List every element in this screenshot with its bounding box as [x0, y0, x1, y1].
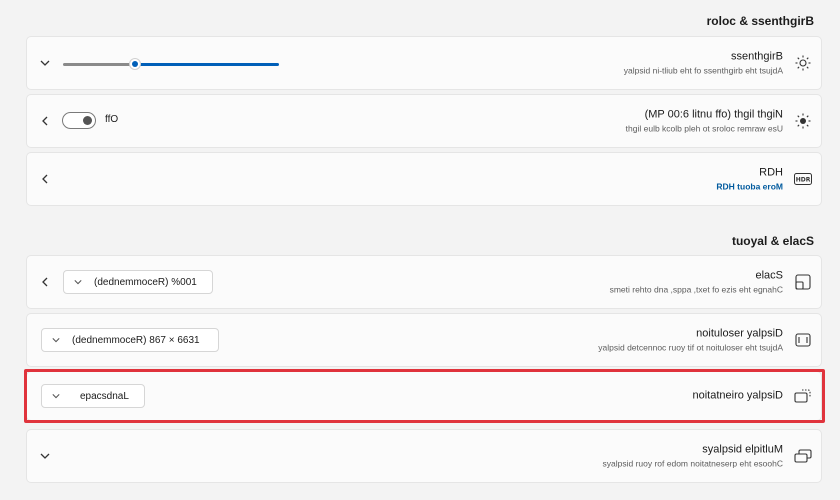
brightness-card: Brightness Adjust the brightness of the … [26, 36, 822, 90]
orientation-icon [793, 386, 813, 406]
orientation-text: Display orientation [693, 389, 784, 404]
chevron-left-icon[interactable] [39, 173, 51, 185]
scale-dropdown[interactable]: 100% (Recommended) [63, 270, 213, 294]
resolution-value: 1366 × 768 (Recommended) [72, 334, 200, 346]
night-light-subtitle: Use warmer colors to help block blue lig… [625, 123, 783, 134]
chevron-left-icon[interactable] [39, 276, 51, 288]
resolution-title: Display resolution [696, 327, 783, 340]
resolution-dropdown[interactable]: 1366 × 768 (Recommended) [41, 328, 219, 352]
slider-track-filled [63, 63, 136, 66]
hdr-card[interactable]: HDR More about HDR HDR [26, 152, 822, 206]
slider-thumb[interactable] [129, 58, 141, 70]
chevron-down-icon [52, 392, 60, 400]
chevron-down-icon[interactable] [39, 57, 51, 69]
orientation-value: Landscape [80, 390, 129, 402]
multiple-displays-title: Multiple displays [702, 443, 783, 456]
resolution-subtitle: Adjust the resolution to fit your connec… [598, 342, 783, 353]
chevron-left-icon[interactable] [39, 115, 51, 127]
chevron-down-icon [74, 278, 82, 286]
scale-card[interactable]: 100% (Recommended) Scale Change the size… [26, 255, 822, 309]
night-light-text: Night light (off until 6:00 PM) Use warm… [626, 108, 783, 135]
resolution-icon [793, 330, 813, 350]
orientation-card: Landscape Display orientation [26, 371, 822, 421]
night-light-title: Night light (off until 6:00 PM) [644, 108, 783, 121]
scale-text: Scale Change the size of text, apps, and… [610, 269, 783, 296]
hdr-text: HDR More about HDR [716, 166, 783, 193]
orientation-dropdown[interactable]: Landscape [41, 384, 145, 408]
sun-icon [793, 53, 813, 73]
section-title-text: Brightness & color [706, 14, 814, 28]
hdr-icon: HDR [793, 169, 813, 189]
scale-value: 100% (Recommended) [94, 276, 197, 288]
night-light-toggle-label: Off [105, 114, 119, 125]
night-light-toggle[interactable] [62, 112, 96, 129]
section-title-text: Scale & layout [731, 234, 814, 248]
scale-title: Scale [755, 269, 783, 282]
brightness-text: Brightness Adjust the brightness of the … [624, 50, 783, 77]
brightness-title: Brightness [731, 50, 783, 63]
multiple-displays-text: Multiple displays Choose the presentatio… [603, 443, 784, 470]
night-light-icon [793, 111, 813, 131]
hdr-title: HDR [759, 166, 783, 179]
brightness-subtitle: Adjust the brightness of the built-in di… [623, 65, 783, 76]
chevron-down-icon[interactable] [39, 450, 51, 462]
orientation-title: Display orientation [692, 389, 784, 402]
scale-subtitle: Change the size of text, apps, and other… [609, 284, 783, 295]
hdr-link[interactable]: More about HDR [716, 181, 783, 193]
resolution-card: 1366 × 768 (Recommended) Display resolut… [26, 313, 822, 367]
hdr-icon-glyph: HDR [796, 177, 811, 184]
slider-track-accent [136, 63, 279, 66]
scale-icon [793, 272, 813, 292]
resolution-text: Display resolution Adjust the resolution… [598, 327, 783, 354]
multiple-displays-icon [793, 446, 813, 466]
section-title-scale-layout: Scale & layout [732, 234, 814, 248]
brightness-slider[interactable] [63, 58, 279, 70]
multiple-displays-card: Multiple displays Choose the presentatio… [26, 429, 822, 483]
toggle-knob [83, 116, 92, 125]
section-title-brightness-color: Brightness & color [707, 14, 814, 28]
multiple-displays-subtitle: Choose the presentation mode for your di… [602, 458, 784, 469]
chevron-down-icon [52, 336, 60, 344]
night-light-card[interactable]: Off Night light (off until 6:00 PM) Use … [26, 94, 822, 148]
